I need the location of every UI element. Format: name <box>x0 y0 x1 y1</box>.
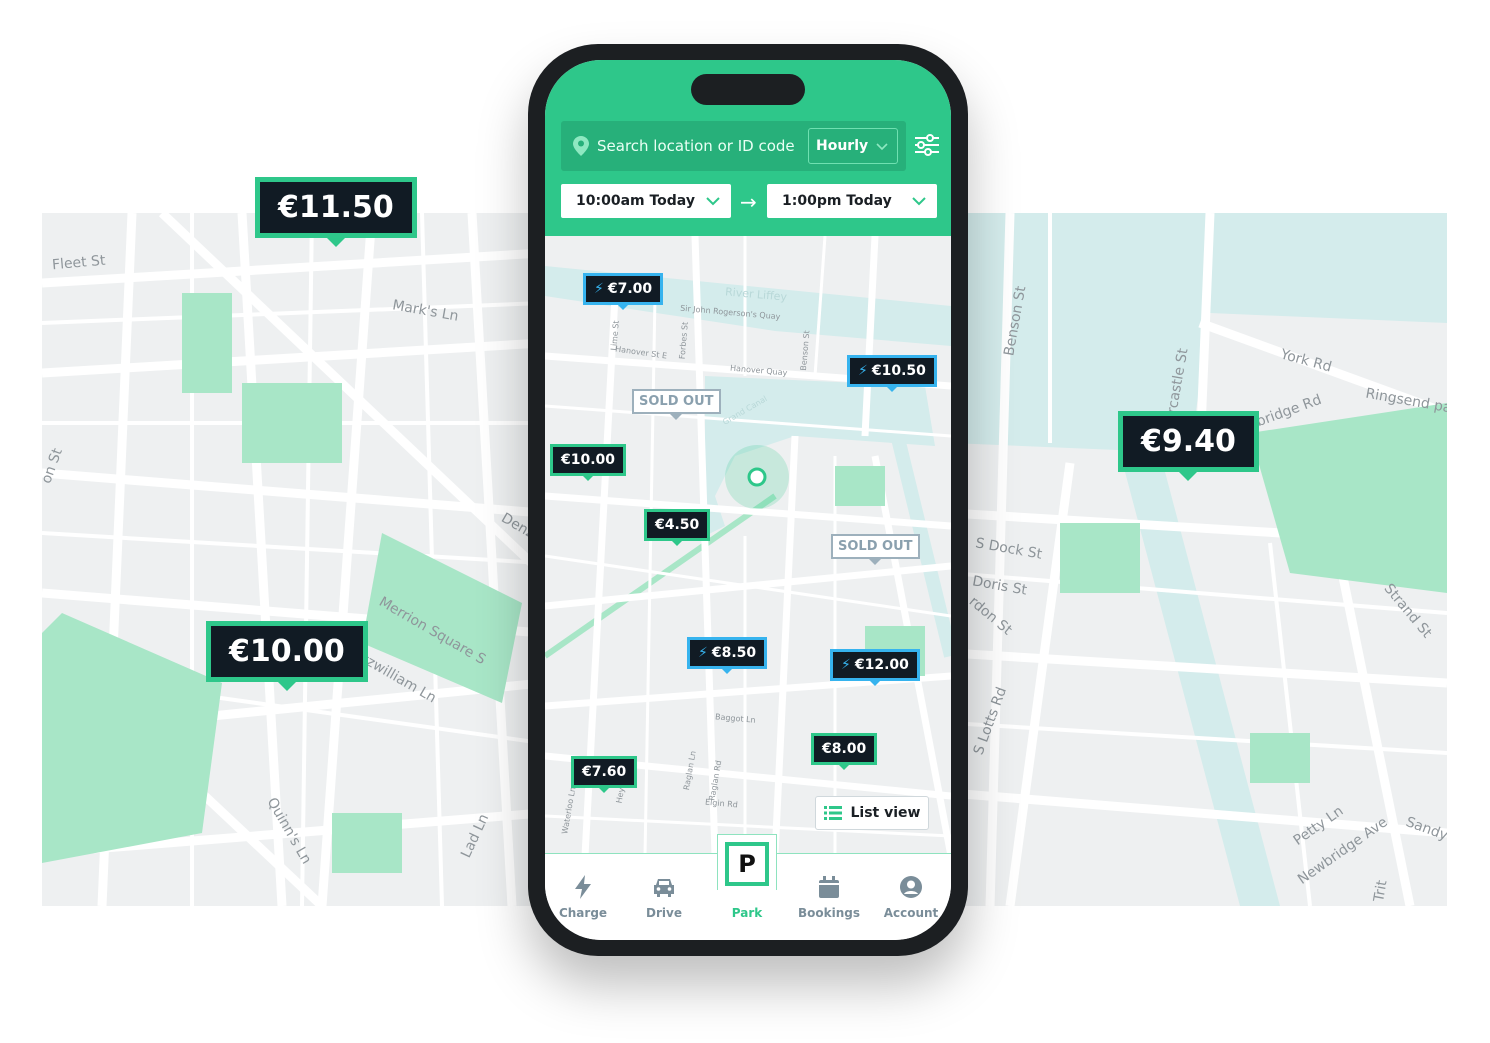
nav-charge[interactable]: Charge <box>545 874 623 920</box>
background-map-left: Fleet St Mark's Ln Merrion Square S Fitz… <box>42 213 542 906</box>
rate-type-select[interactable]: Hourly <box>808 128 898 164</box>
list-icon <box>823 806 842 820</box>
phone-screen: River Liffey Sir John Rogerson's Quay Ha… <box>545 60 951 940</box>
bolt-icon: ⚡ <box>858 363 868 379</box>
nav-bookings[interactable]: Bookings <box>789 874 869 920</box>
price: €10.50 <box>871 363 926 379</box>
price: €7.60 <box>582 764 627 780</box>
location-pin-icon <box>573 136 589 156</box>
nav-park[interactable]: Park <box>707 874 787 920</box>
map-roads <box>42 213 542 906</box>
nav-label: Bookings <box>797 906 860 920</box>
ev-price-marker[interactable]: ⚡ €12.00 <box>830 649 920 686</box>
search-bar[interactable]: Search location or ID code Hourly <box>561 121 906 171</box>
nav-label: Account <box>883 906 939 920</box>
price-marker[interactable]: €7.60 <box>571 756 638 793</box>
price: €12.00 <box>854 657 909 673</box>
calendar-icon <box>819 876 839 898</box>
price-marker[interactable]: €10.00 <box>206 621 368 691</box>
price: €8.50 <box>711 645 757 661</box>
bolt-icon: ⚡ <box>841 657 851 673</box>
list-view-label: List view <box>850 805 921 821</box>
nav-account[interactable]: Account <box>871 874 951 920</box>
current-location-icon <box>747 467 767 487</box>
arrow-right-icon: → <box>740 190 757 214</box>
car-icon <box>654 879 674 897</box>
chevron-down-icon <box>706 197 720 206</box>
price: €7.00 <box>607 281 653 297</box>
chevron-down-icon <box>876 143 888 151</box>
price-marker[interactable]: €8.00 <box>811 733 878 770</box>
chevron-down-icon <box>912 197 926 206</box>
nav-label: Drive <box>646 906 682 920</box>
rate-type-value: Hourly <box>816 138 869 154</box>
price: €10.00 <box>561 452 616 468</box>
bolt-icon: ⚡ <box>594 281 604 297</box>
map-view[interactable]: River Liffey Sir John Rogerson's Quay Ha… <box>545 235 951 857</box>
phone-frame: River Liffey Sir John Rogerson's Quay Ha… <box>528 44 968 956</box>
price-marker[interactable]: €4.50 <box>644 509 711 546</box>
sold-out-marker[interactable]: SOLD OUT <box>831 534 920 565</box>
ev-price-marker[interactable]: ⚡ €10.50 <box>847 355 937 392</box>
price: €8.00 <box>822 741 867 757</box>
bolt-icon <box>575 875 591 899</box>
price-marker[interactable]: €10.00 <box>550 444 627 481</box>
bolt-icon: ⚡ <box>698 645 708 661</box>
sold-out-marker[interactable]: SOLD OUT <box>632 389 721 420</box>
end-time-value: 1:00pm Today <box>782 193 892 209</box>
end-time-select[interactable]: 1:00pm Today <box>767 184 937 218</box>
dynamic-island <box>691 74 805 105</box>
price: SOLD OUT <box>838 539 913 554</box>
list-view-button[interactable]: List view <box>815 796 929 830</box>
start-time-value: 10:00am Today <box>576 193 695 209</box>
nav-drive[interactable]: Drive <box>624 874 704 920</box>
start-time-select[interactable]: 10:00am Today <box>561 184 731 218</box>
background-map-right: Benson St York Rd Ringsend pa bridge Rd … <box>950 213 1447 906</box>
price: €4.50 <box>655 517 700 533</box>
nav-label: Park <box>731 906 763 920</box>
price: SOLD OUT <box>639 394 714 409</box>
price-marker[interactable]: €11.50 <box>255 177 417 247</box>
search-input[interactable]: Search location or ID code <box>597 137 795 155</box>
ev-price-marker[interactable]: ⚡ €8.50 <box>687 637 768 674</box>
price-marker[interactable]: €9.40 <box>1118 411 1259 481</box>
nav-label: Charge <box>558 906 608 920</box>
bottom-nav: Charge Drive P Park Bookings Account <box>545 834 951 940</box>
user-icon <box>900 876 922 898</box>
filter-sliders-icon[interactable] <box>915 134 939 156</box>
ev-price-marker[interactable]: ⚡ €7.00 <box>583 273 664 310</box>
